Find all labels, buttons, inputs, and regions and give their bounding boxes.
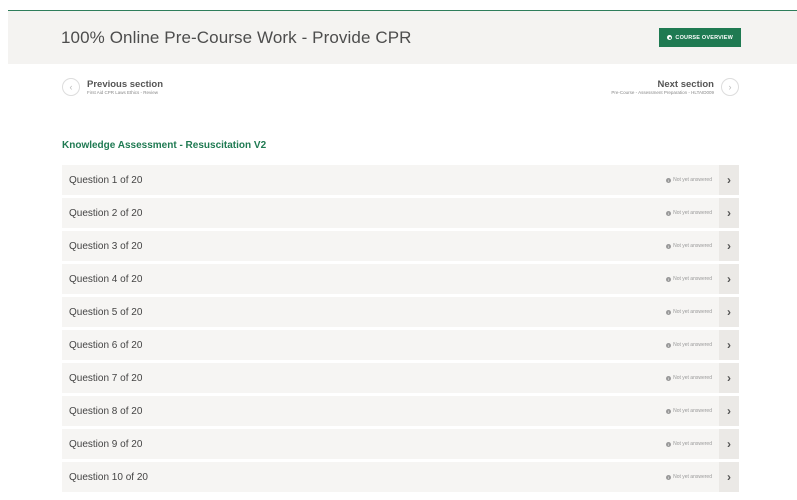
info-icon: i — [666, 375, 672, 381]
chevron-right-icon[interactable]: › — [719, 363, 739, 393]
info-icon: i — [666, 243, 672, 249]
chevron-right-icon[interactable]: › — [719, 297, 739, 327]
info-icon: i — [666, 441, 672, 447]
target-icon — [667, 35, 673, 40]
chevron-right-icon[interactable]: › — [719, 264, 739, 294]
next-section-name: Pre-Course - Assessment Preparation - HL… — [611, 89, 714, 95]
info-icon: i — [666, 309, 672, 315]
question-row[interactable]: Question 4 of 20 i Not yet answered › — [62, 264, 739, 294]
question-row[interactable]: Question 3 of 20 i Not yet answered › — [62, 231, 739, 261]
answer-status: i Not yet answered — [666, 309, 712, 315]
page-title: 100% Online Pre-Course Work - Provide CP… — [61, 27, 412, 47]
chevron-right-icon: › — [721, 78, 739, 96]
answer-status-text: Not yet answered — [673, 243, 712, 249]
info-icon: i — [666, 276, 672, 282]
course-overview-label: COURSE OVERVIEW — [675, 34, 733, 41]
question-row[interactable]: Question 7 of 20 i Not yet answered › — [62, 363, 739, 393]
chevron-right-icon[interactable]: › — [719, 165, 739, 195]
question-label: Question 4 of 20 — [69, 273, 143, 285]
question-row[interactable]: Question 6 of 20 i Not yet answered › — [62, 330, 739, 360]
question-label: Question 5 of 20 — [69, 306, 143, 318]
answer-status-text: Not yet answered — [673, 276, 712, 282]
answer-status: i Not yet answered — [666, 177, 712, 183]
question-label: Question 9 of 20 — [69, 438, 143, 450]
info-icon: i — [666, 342, 672, 348]
answer-status: i Not yet answered — [666, 441, 712, 447]
info-icon: i — [666, 177, 672, 183]
question-list: Question 1 of 20 i Not yet answered › Questi… — [62, 165, 739, 495]
question-row[interactable]: Question 2 of 20 i Not yet answered › — [62, 198, 739, 228]
chevron-right-icon[interactable]: › — [719, 429, 739, 459]
answer-status: i Not yet answered — [666, 276, 712, 282]
previous-section-link[interactable]: ‹ Previous section First Aid CPR Laws Et… — [62, 78, 163, 96]
chevron-right-icon[interactable]: › — [719, 396, 739, 426]
question-label: Question 6 of 20 — [69, 339, 143, 351]
answer-status: i Not yet answered — [666, 474, 712, 480]
answer-status-text: Not yet answered — [673, 441, 712, 447]
previous-section-name: First Aid CPR Laws Ethics - Review — [87, 89, 159, 95]
chevron-left-icon: ‹ — [62, 78, 80, 96]
question-row[interactable]: Question 8 of 20 i Not yet answered › — [62, 396, 739, 426]
question-row[interactable]: Question 9 of 20 i Not yet answered › — [62, 429, 739, 459]
question-label: Question 8 of 20 — [69, 405, 143, 417]
previous-section-title: Previous section — [87, 78, 164, 90]
info-icon: i — [666, 408, 672, 414]
page-header: 100% Online Pre-Course Work - Provide CP… — [8, 11, 797, 64]
course-overview-button[interactable]: COURSE OVERVIEW — [659, 28, 741, 47]
answer-status: i Not yet answered — [666, 408, 712, 414]
answer-status-text: Not yet answered — [673, 309, 712, 315]
question-label: Question 2 of 20 — [69, 207, 143, 219]
answer-status: i Not yet answered — [666, 243, 712, 249]
question-label: Question 10 of 20 — [69, 471, 148, 483]
question-label: Question 1 of 20 — [69, 174, 143, 186]
question-row[interactable]: Question 5 of 20 i Not yet answered › — [62, 297, 739, 327]
answer-status-text: Not yet answered — [673, 342, 712, 348]
next-section-title: Next section — [657, 78, 715, 90]
question-label: Question 3 of 20 — [69, 240, 143, 252]
answer-status: i Not yet answered — [666, 375, 712, 381]
next-section-link[interactable]: Next section Pre-Course - Assessment Pre… — [611, 78, 739, 96]
question-row[interactable]: Question 10 of 20 i Not yet answered › — [62, 462, 739, 492]
chevron-right-icon[interactable]: › — [719, 231, 739, 261]
section-title: Knowledge Assessment - Resuscitation V2 — [62, 140, 267, 151]
chevron-right-icon[interactable]: › — [719, 330, 739, 360]
chevron-right-icon[interactable]: › — [719, 462, 739, 492]
info-icon: i — [666, 474, 672, 480]
chevron-right-icon[interactable]: › — [719, 198, 739, 228]
answer-status: i Not yet answered — [666, 342, 712, 348]
info-icon: i — [666, 210, 672, 216]
answer-status-text: Not yet answered — [673, 408, 712, 414]
question-row[interactable]: Question 1 of 20 i Not yet answered › — [62, 165, 739, 195]
answer-status-text: Not yet answered — [673, 177, 712, 183]
section-navigation: ‹ Previous section First Aid CPR Laws Et… — [62, 78, 739, 104]
answer-status-text: Not yet answered — [673, 474, 712, 480]
question-label: Question 7 of 20 — [69, 372, 143, 384]
answer-status: i Not yet answered — [666, 210, 712, 216]
answer-status-text: Not yet answered — [673, 210, 712, 216]
answer-status-text: Not yet answered — [673, 375, 712, 381]
